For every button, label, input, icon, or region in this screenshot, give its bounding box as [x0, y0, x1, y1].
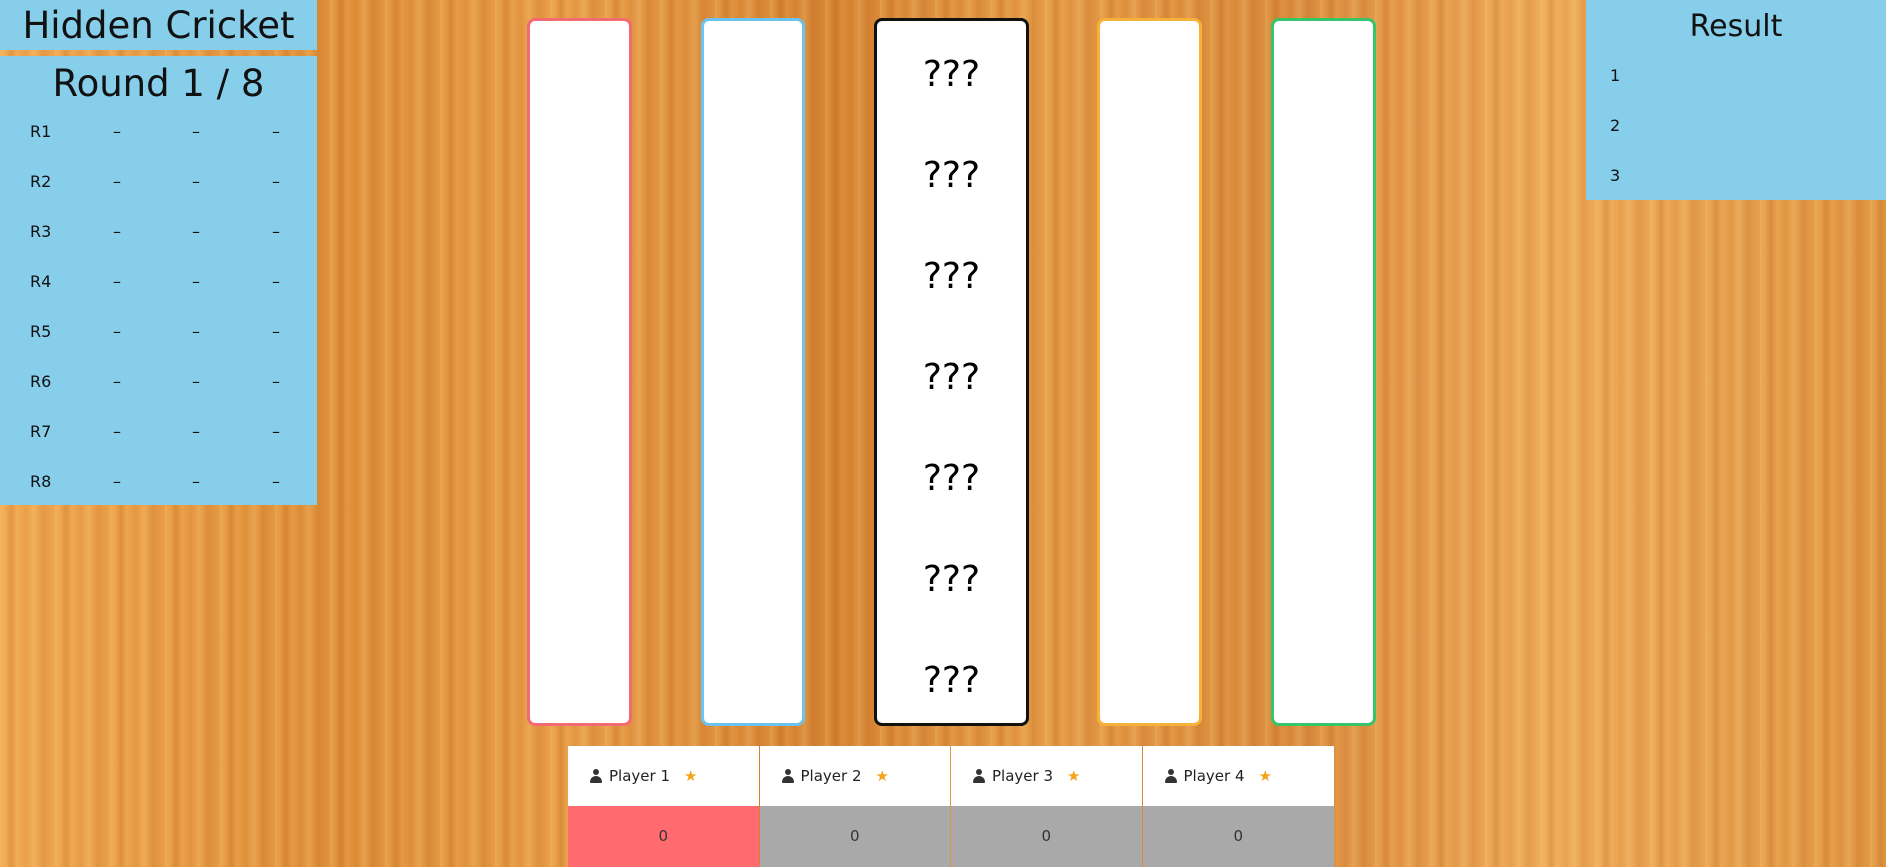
round-value: – [192, 122, 200, 141]
round-value: – [192, 372, 200, 391]
person-icon [781, 769, 794, 783]
player-score: 0 [1142, 806, 1334, 867]
round-value: – [113, 222, 121, 241]
result-rank-1: 1 [1610, 66, 1621, 85]
hidden-targets-column: ??? ??? ??? ??? ??? ??? ??? [874, 18, 1029, 726]
player-bar: Player 1 ★ 0 Player 2 ★ 0 Player 3 ★ 0 P… [568, 746, 1334, 867]
star-icon: ★ [875, 767, 889, 785]
round-value: – [192, 222, 200, 241]
player4-target-column[interactable] [1271, 18, 1376, 726]
player-header: Player 3 ★ [951, 746, 1142, 806]
round-value: – [113, 472, 121, 491]
round-value: – [113, 272, 121, 291]
person-icon [973, 769, 985, 783]
round-row: R6 – – – [0, 372, 317, 422]
player-name: Player 3 [992, 767, 1053, 785]
round-value: – [192, 422, 200, 441]
player3-target-column[interactable] [1097, 18, 1202, 726]
result-panel: Result 1 2 3 [1586, 0, 1886, 200]
round-label: R3 [30, 222, 52, 241]
star-icon: ★ [1258, 767, 1272, 785]
round-label: R8 [30, 472, 52, 491]
round-value: – [113, 422, 121, 441]
round-value: – [272, 172, 280, 191]
round-value: – [272, 122, 280, 141]
round-value: – [272, 372, 280, 391]
result-rank-3: 3 [1610, 166, 1621, 185]
round-row: R1 – – – [0, 122, 317, 172]
round-value: – [272, 472, 280, 491]
round-value: – [113, 122, 121, 141]
round-label: R7 [30, 422, 52, 441]
round-label: R5 [30, 322, 52, 341]
round-value: – [192, 322, 200, 341]
hidden-target: ??? [922, 357, 981, 398]
result-title: Result [1689, 9, 1783, 44]
player-header: Player 2 ★ [760, 746, 951, 806]
round-value: – [192, 172, 200, 191]
round-row: R5 – – – [0, 322, 317, 372]
player-header: Player 4 ★ [1143, 746, 1335, 806]
round-value: – [272, 272, 280, 291]
title-panel: Hidden Cricket [0, 0, 317, 50]
hidden-target: ??? [922, 458, 981, 499]
player-score: 0 [951, 806, 1142, 867]
player-name: Player 1 [609, 767, 670, 785]
star-icon: ★ [684, 767, 698, 785]
player-card-3[interactable]: Player 3 ★ 0 [951, 746, 1142, 867]
hidden-target: ??? [922, 256, 981, 297]
round-label: R1 [30, 122, 52, 141]
player-score: 0 [568, 806, 759, 867]
round-value: – [113, 172, 121, 191]
round-value: – [113, 322, 121, 341]
player-name: Player 2 [800, 767, 862, 785]
round-scoreboard: Round 1 / 8 R1 – – – R2 – – – R3 – – – R… [0, 56, 317, 505]
round-value: – [192, 472, 200, 491]
player1-target-column[interactable] [527, 18, 632, 726]
result-rank-2: 2 [1610, 116, 1621, 135]
round-value: – [272, 322, 280, 341]
round-value: – [272, 422, 280, 441]
star-icon: ★ [1067, 767, 1081, 785]
round-label: R4 [30, 272, 52, 291]
person-icon [1164, 769, 1177, 783]
round-row: R2 – – – [0, 172, 317, 222]
player-card-2[interactable]: Player 2 ★ 0 [759, 746, 951, 867]
round-label: R2 [30, 172, 52, 191]
game-title: Hidden Cricket [22, 4, 295, 47]
hidden-target: ??? [922, 559, 981, 600]
hidden-target: ??? [922, 155, 981, 196]
round-row: R4 – – – [0, 272, 317, 322]
round-value: – [272, 222, 280, 241]
round-value: – [192, 272, 200, 291]
player-card-4[interactable]: Player 4 ★ 0 [1142, 746, 1335, 867]
person-icon [590, 769, 602, 783]
round-row: R3 – – – [0, 222, 317, 272]
round-indicator: Round 1 / 8 [52, 62, 265, 105]
hidden-target: ??? [922, 54, 981, 95]
player-card-1[interactable]: Player 1 ★ 0 [568, 746, 759, 867]
round-row: R7 – – – [0, 422, 317, 472]
round-row: R8 – – – [0, 472, 317, 522]
player2-target-column[interactable] [701, 18, 805, 726]
player-name: Player 4 [1183, 767, 1245, 785]
player-score: 0 [759, 806, 950, 867]
round-label: R6 [30, 372, 52, 391]
round-value: – [113, 372, 121, 391]
hidden-target: ??? [922, 660, 981, 701]
player-header: Player 1 ★ [568, 746, 759, 806]
